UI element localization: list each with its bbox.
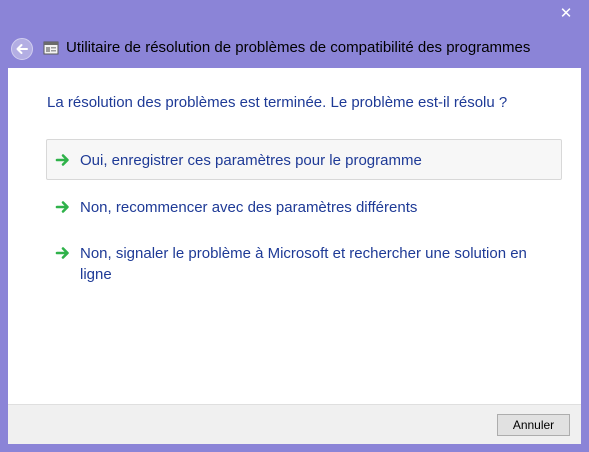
close-icon: ✕ [559,3,573,22]
content-panel: La résolution des problèmes est terminée… [8,68,581,404]
option-label: Oui, enregistrer ces paramètres pour le … [80,152,422,169]
footer-bar: Annuler [8,404,581,444]
option-no-retry-settings[interactable]: Non, recommencer avec des paramètres dif… [46,186,562,227]
green-arrow-icon [55,154,69,166]
back-arrow-icon [16,44,28,54]
option-label: Non, signaler le problème à Microsoft et… [80,245,527,283]
title-bar: Utilitaire de résolution de problèmes de… [0,30,589,68]
green-arrow-icon [55,247,69,259]
option-yes-save-settings[interactable]: Oui, enregistrer ces paramètres pour le … [46,139,562,180]
troubleshooter-window: ✕ Utilitaire de résolution de problèmes … [0,0,589,452]
compatibility-troubleshooter-icon [43,41,59,55]
window-title: Utilitaire de résolution de problèmes de… [66,39,531,56]
green-arrow-icon [55,201,69,213]
close-button[interactable]: ✕ [549,2,583,23]
cancel-button[interactable]: Annuler [497,414,570,436]
option-label: Non, recommencer avec des paramètres dif… [80,199,418,216]
back-button[interactable] [11,38,33,60]
option-no-report-microsoft[interactable]: Non, signaler le problème à Microsoft et… [46,232,546,294]
question-heading: La résolution des problèmes est terminée… [47,94,508,111]
